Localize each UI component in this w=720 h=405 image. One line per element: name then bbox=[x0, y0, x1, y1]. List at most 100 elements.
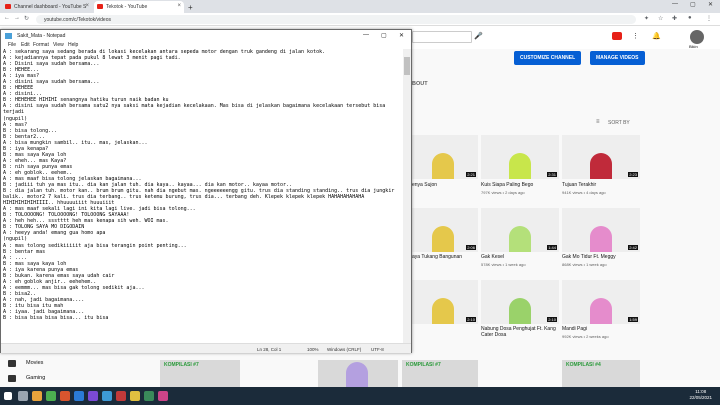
tab-label: Tekotok - YouTube bbox=[106, 4, 148, 10]
notepad-icon bbox=[5, 33, 12, 39]
app-icon[interactable] bbox=[116, 391, 126, 401]
notifications-icon[interactable]: 🔔 bbox=[652, 32, 661, 40]
start-icon[interactable] bbox=[4, 392, 12, 400]
apps-icon[interactable]: ⋮ bbox=[632, 32, 639, 40]
sidebar-item-movies[interactable]: Movies bbox=[8, 360, 44, 367]
menu-format[interactable]: Format bbox=[33, 42, 49, 48]
avatar[interactable] bbox=[690, 30, 704, 44]
video-thumbnail[interactable]: 1:44 bbox=[481, 208, 559, 252]
tab-about[interactable]: BOUT bbox=[412, 81, 428, 87]
clock-date: 22/05/2021 bbox=[689, 395, 712, 400]
video-title[interactable]: Tujuan Terakhir bbox=[562, 182, 642, 188]
sidebar-item-gaming[interactable]: Gaming bbox=[8, 375, 45, 382]
video-thumbnail[interactable]: KOMPILASI #7 bbox=[160, 360, 240, 388]
profile-icon[interactable]: ● bbox=[688, 15, 692, 21]
video-thumbnail[interactable]: KOMPILASI #7 bbox=[402, 360, 478, 388]
notepad-menu-bar: File Edit Format View Help bbox=[1, 40, 411, 49]
manage-videos-button[interactable]: MANAGE VIDEOS bbox=[590, 51, 645, 65]
browser-tab-bar: Channel dashboard - YouTube S × Tekotok … bbox=[0, 0, 720, 13]
video-thumbnail[interactable]: 1:59 bbox=[562, 280, 640, 324]
video-title[interactable]: enya Sujon bbox=[412, 182, 492, 188]
video-thumbnail[interactable]: 2:31 bbox=[481, 135, 559, 179]
mic-icon[interactable]: 🎤 bbox=[474, 32, 483, 40]
line-ending: Windows (CRLF) bbox=[327, 347, 362, 352]
video-meta: 797K views • 2 days ago bbox=[481, 190, 525, 195]
video-thumbnail[interactable]: 2:23 bbox=[562, 135, 640, 179]
tab-tekotok[interactable]: Tekotok - YouTube × bbox=[94, 1, 184, 13]
close-tab-icon[interactable]: × bbox=[85, 3, 89, 9]
app-icon[interactable] bbox=[130, 391, 140, 401]
bookmarks-icon[interactable]: ☆ bbox=[658, 15, 663, 22]
video-thumbnail[interactable] bbox=[318, 360, 398, 388]
reload-icon[interactable]: ↻ bbox=[24, 15, 29, 22]
video-thumbnail[interactable]: KOMPILASI #4 bbox=[562, 360, 640, 388]
chrome-icon[interactable] bbox=[46, 391, 56, 401]
tab-label: Channel dashboard - YouTube S bbox=[14, 4, 87, 10]
menu-edit[interactable]: Edit bbox=[21, 42, 30, 48]
cursor-position: Ln 28, Col 1 bbox=[257, 347, 282, 352]
scrollbar-thumb[interactable] bbox=[404, 57, 410, 75]
video-title[interactable]: Gak Kesel bbox=[481, 254, 561, 260]
youtube-icon bbox=[97, 4, 103, 9]
video-title[interactable]: Kuis Siapa Paling Bego bbox=[481, 182, 561, 188]
text-line: A : disini saya sudah bersama satu2 nya … bbox=[3, 103, 386, 110]
sidebar-item-label: Movies bbox=[26, 360, 44, 366]
movies-icon bbox=[8, 360, 16, 367]
back-icon[interactable]: ← bbox=[4, 15, 10, 21]
extensions-puzzle-icon[interactable]: ✚ bbox=[672, 15, 677, 22]
menu-help[interactable]: Help bbox=[68, 42, 78, 48]
app-icon[interactable] bbox=[60, 391, 70, 401]
video-thumbnail[interactable]: 2:42 bbox=[562, 208, 640, 252]
video-title[interactable]: Mandi Pagi bbox=[562, 326, 642, 332]
menu-icon[interactable]: ⋮ bbox=[706, 15, 712, 22]
maximize-icon[interactable]: ▢ bbox=[381, 32, 387, 39]
new-tab-button[interactable]: + bbox=[186, 0, 198, 12]
video-meta: 992K views • 2 weeks ago bbox=[562, 334, 609, 339]
video-thumbnail[interactable]: 2:10 bbox=[481, 280, 559, 324]
video-thumbnail[interactable]: 2:10 bbox=[412, 280, 478, 324]
notepad-window: Sakit_Mata - Notepad — ▢ ✕ File Edit For… bbox=[0, 29, 412, 353]
vertical-scrollbar[interactable] bbox=[403, 49, 411, 343]
minimize-icon[interactable]: — bbox=[363, 32, 369, 38]
video-title[interactable]: Nabung Dosa Penghujat Ft. Kang Cater Dos… bbox=[481, 326, 561, 338]
app-icon[interactable] bbox=[74, 391, 84, 401]
url-input[interactable]: youtube.com/c/Tekotok/videos bbox=[36, 15, 636, 24]
url-text: youtube.com/c/Tekotok/videos bbox=[44, 17, 111, 23]
youtube-studio-icon bbox=[5, 4, 11, 9]
system-clock[interactable]: 11:08 22/05/2021 bbox=[689, 389, 712, 401]
app-icon[interactable] bbox=[158, 391, 168, 401]
search-input[interactable] bbox=[412, 31, 472, 43]
notepad-text-area[interactable]: A : sekarang saya sedang berada di lokas… bbox=[3, 49, 403, 343]
extensions-icon[interactable]: ✦ bbox=[644, 15, 649, 22]
close-tab-icon[interactable]: × bbox=[177, 3, 181, 9]
minimize-window-icon[interactable]: — bbox=[672, 1, 678, 7]
create-icon[interactable] bbox=[612, 32, 622, 40]
file-explorer-icon[interactable] bbox=[32, 391, 42, 401]
customize-channel-button[interactable]: CUSTOMIZE CHANNEL bbox=[514, 51, 582, 65]
video-meta: 941K views • 4 days ago bbox=[562, 190, 606, 195]
text-line: B : bisa bisa bisa bisa... itu bisa bbox=[3, 315, 109, 322]
app-icon[interactable] bbox=[88, 391, 98, 401]
notepad-taskbar-icon[interactable] bbox=[102, 391, 112, 401]
app-icon[interactable] bbox=[144, 391, 154, 401]
sort-by-button[interactable]: SORT BY bbox=[608, 120, 630, 126]
notepad-status-bar: Ln 28, Col 1 100% Windows (CRLF) UTF-8 bbox=[1, 343, 411, 353]
taskbar: 11:08 22/05/2021 bbox=[0, 387, 720, 405]
menu-file[interactable]: File bbox=[8, 42, 16, 48]
window-title: Sakit_Mata - Notepad bbox=[17, 33, 66, 39]
video-meta: 868K views • 1 week ago bbox=[562, 262, 607, 267]
menu-view[interactable]: View bbox=[53, 42, 64, 48]
forward-icon[interactable]: → bbox=[14, 15, 20, 21]
sort-icon: ≡ bbox=[596, 119, 600, 125]
video-thumbnail[interactable]: 2:06 bbox=[412, 208, 478, 252]
video-title[interactable]: Gak Mo Tidur Ft. Meggy bbox=[562, 254, 642, 260]
tab-channel-dashboard[interactable]: Channel dashboard - YouTube S × bbox=[2, 1, 92, 13]
encoding: UTF-8 bbox=[371, 347, 384, 352]
video-title[interactable]: aya Tukang Bangunan bbox=[412, 254, 492, 260]
close-icon[interactable]: ✕ bbox=[399, 32, 404, 39]
close-window-icon[interactable]: ✕ bbox=[708, 1, 713, 8]
search-icon[interactable] bbox=[18, 391, 28, 401]
video-thumbnail[interactable]: 2:21 bbox=[412, 135, 478, 179]
maximize-window-icon[interactable]: ▢ bbox=[690, 1, 696, 8]
gaming-icon bbox=[8, 375, 16, 382]
